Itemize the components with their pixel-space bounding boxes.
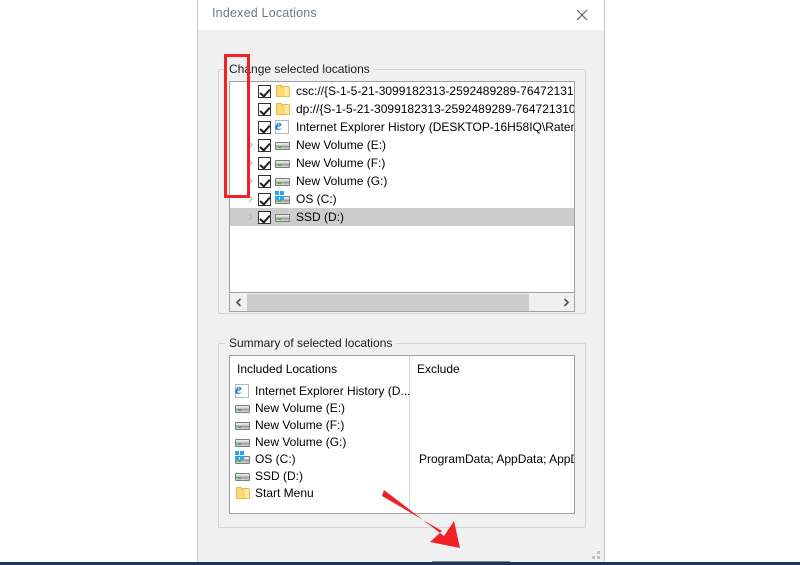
title-bar: Indexed Locations bbox=[198, 0, 604, 30]
exclude-column: Exclude ProgramData; AppData; AppD... bbox=[410, 356, 574, 513]
expand-chevron-icon[interactable] bbox=[244, 208, 257, 226]
locations-tree-rows: csc://{S-1-5-21-3099182313-2592489289-76… bbox=[230, 82, 574, 226]
location-checkbox[interactable] bbox=[258, 102, 271, 116]
summary-label: Summary of selected locations bbox=[225, 336, 397, 350]
tree-row-label: dp://{S-1-5-21-3099182313-2592489289-764… bbox=[296, 102, 575, 116]
indexed-locations-dialog: Indexed Locations Change selected locati… bbox=[197, 0, 605, 565]
exclude-header: Exclude bbox=[417, 362, 460, 376]
tree-row-label: New Volume (F:) bbox=[296, 156, 386, 170]
summary-row: Start Menu bbox=[235, 484, 414, 501]
tree-row[interactable]: New Volume (E:) bbox=[230, 136, 574, 154]
exclude-row: ProgramData; AppData; AppD... bbox=[419, 451, 575, 466]
summary-row-label: New Volume (E:) bbox=[255, 400, 346, 415]
summary-row-label: New Volume (G:) bbox=[255, 434, 347, 449]
tree-row[interactable]: New Volume (G:) bbox=[230, 172, 574, 190]
summary-row-label: New Volume (F:) bbox=[255, 417, 345, 432]
included-locations-header: Included Locations bbox=[237, 362, 338, 376]
dialog-client-area: Change selected locations csc://{S-1-5-2… bbox=[198, 30, 604, 565]
drive-icon bbox=[235, 417, 251, 433]
summary-row: New Volume (G:) bbox=[235, 433, 414, 450]
included-locations-rows: Internet Explorer History (D... New Volum… bbox=[235, 382, 414, 501]
tree-row[interactable]: dp://{S-1-5-21-3099182313-2592489289-764… bbox=[230, 100, 574, 118]
drive-icon bbox=[235, 400, 251, 416]
close-button[interactable] bbox=[559, 0, 604, 29]
summary-row-label: SSD (D:) bbox=[255, 468, 303, 483]
scroll-right-button[interactable] bbox=[557, 294, 574, 311]
location-checkbox[interactable] bbox=[258, 174, 271, 188]
scroll-track[interactable] bbox=[247, 294, 557, 311]
exclude-row bbox=[419, 433, 574, 450]
location-checkbox[interactable] bbox=[258, 120, 271, 134]
drive-icon bbox=[275, 209, 291, 225]
tree-row-label: OS (C:) bbox=[296, 192, 337, 206]
summary-row-label: Internet Explorer History (D... bbox=[255, 383, 411, 398]
exclude-row bbox=[419, 484, 574, 501]
summary-row: OS (C:) bbox=[235, 450, 414, 467]
summary-row: New Volume (F:) bbox=[235, 416, 414, 433]
location-checkbox[interactable] bbox=[258, 84, 271, 98]
location-checkbox[interactable] bbox=[258, 156, 271, 170]
resize-grip[interactable] bbox=[590, 549, 600, 559]
os-drive-icon bbox=[235, 450, 251, 467]
window-title: Indexed Locations bbox=[212, 6, 317, 20]
scroll-thumb[interactable] bbox=[247, 294, 530, 311]
expander-placeholder bbox=[244, 100, 257, 118]
close-icon bbox=[576, 9, 588, 21]
summary-list[interactable]: Included Locations Internet Explorer His… bbox=[229, 355, 575, 514]
tree-row-label: New Volume (E:) bbox=[296, 138, 387, 152]
location-checkbox[interactable] bbox=[258, 192, 271, 206]
exclude-rows: ProgramData; AppData; AppD... bbox=[419, 382, 575, 501]
tree-row[interactable]: SSD (D:) bbox=[230, 208, 574, 226]
tree-row-label: SSD (D:) bbox=[296, 210, 344, 224]
tree-row[interactable]: New Volume (F:) bbox=[230, 154, 574, 172]
horizontal-scrollbar[interactable] bbox=[229, 294, 575, 312]
location-checkbox[interactable] bbox=[258, 138, 271, 152]
drive-icon bbox=[235, 434, 251, 450]
screenshot-root: Indexed Locations Change selected locati… bbox=[0, 0, 800, 565]
scroll-left-button[interactable] bbox=[230, 294, 247, 311]
exclude-row bbox=[419, 399, 574, 416]
internet-explorer-icon bbox=[235, 382, 251, 399]
summary-group: Summary of selected locations Included L… bbox=[218, 336, 586, 528]
expander-placeholder bbox=[244, 82, 257, 100]
folder-icon bbox=[235, 485, 251, 501]
expand-chevron-icon[interactable] bbox=[244, 136, 257, 154]
drive-icon bbox=[275, 155, 291, 171]
tree-row[interactable]: csc://{S-1-5-21-3099182313-2592489289-76… bbox=[230, 82, 574, 100]
summary-row-label: OS (C:) bbox=[255, 451, 296, 466]
location-checkbox[interactable] bbox=[258, 210, 271, 224]
expand-chevron-icon[interactable] bbox=[244, 172, 257, 190]
folder-icon bbox=[275, 83, 291, 99]
expand-chevron-icon[interactable] bbox=[244, 190, 257, 208]
os-drive-icon bbox=[275, 191, 291, 207]
summary-row-label: Start Menu bbox=[255, 485, 314, 500]
exclude-row bbox=[419, 467, 574, 484]
change-locations-label: Change selected locations bbox=[225, 62, 374, 76]
summary-row: SSD (D:) bbox=[235, 467, 414, 484]
chevron-right-icon bbox=[562, 294, 570, 312]
exclude-row bbox=[419, 382, 574, 399]
summary-row: Internet Explorer History (D... bbox=[235, 382, 414, 399]
drive-icon bbox=[235, 468, 251, 484]
tree-row-label: New Volume (G:) bbox=[296, 174, 388, 188]
expand-chevron-icon[interactable] bbox=[244, 154, 257, 172]
expander-placeholder bbox=[244, 118, 257, 136]
drive-icon bbox=[275, 173, 291, 189]
drive-icon bbox=[275, 137, 291, 153]
tree-row[interactable]: Internet Explorer History (DESKTOP-16H58… bbox=[230, 118, 574, 136]
chevron-left-icon bbox=[235, 294, 243, 312]
tree-row-label: Internet Explorer History (DESKTOP-16H58… bbox=[296, 120, 575, 134]
locations-tree[interactable]: csc://{S-1-5-21-3099182313-2592489289-76… bbox=[229, 81, 575, 293]
folder-icon bbox=[275, 101, 291, 117]
summary-row: New Volume (E:) bbox=[235, 399, 414, 416]
tree-row-label: csc://{S-1-5-21-3099182313-2592489289-76… bbox=[296, 84, 574, 98]
exclude-row bbox=[419, 416, 574, 433]
included-locations-column: Included Locations Internet Explorer His… bbox=[230, 356, 410, 513]
change-locations-group: Change selected locations csc://{S-1-5-2… bbox=[218, 62, 586, 314]
tree-row[interactable]: OS (C:) bbox=[230, 190, 574, 208]
internet-explorer-icon bbox=[275, 118, 291, 135]
